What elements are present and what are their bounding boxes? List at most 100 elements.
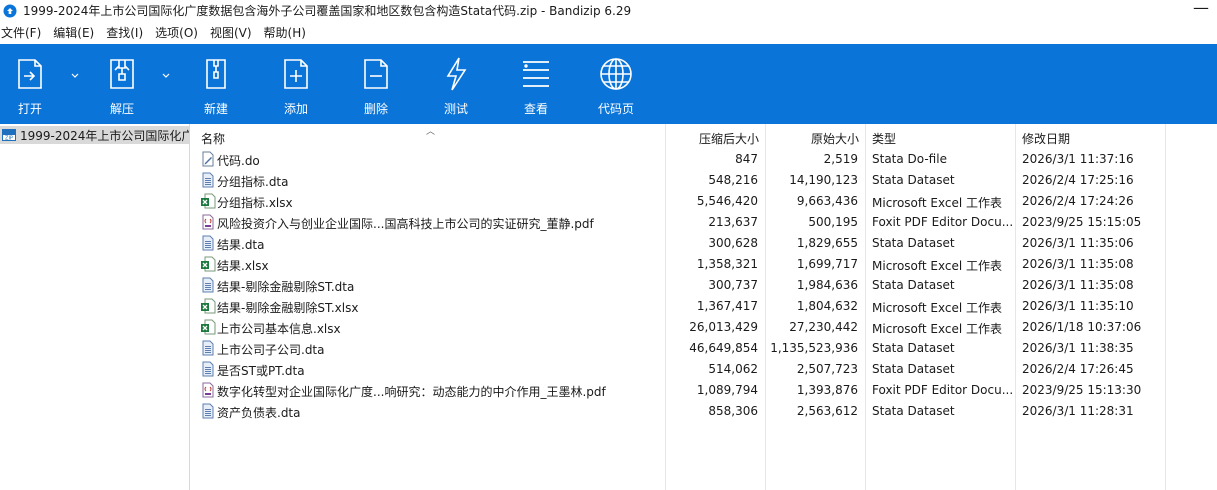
new-button[interactable]: 新建: [192, 44, 240, 124]
file-compressed-size: 26,013,429: [689, 320, 758, 334]
dta-file-icon: [200, 403, 216, 419]
file-modified-date: 2026/3/1 11:35:06: [1022, 236, 1134, 250]
codepage-label: 代码页: [597, 102, 634, 116]
tree-item-archive[interactable]: ZIP 1999-2024年上市公司国际化广: [0, 126, 189, 144]
file-original-size: 1,829,655: [796, 236, 858, 250]
file-row[interactable]: 结果-剔除金融剔除ST.xlsx 1,367,417 1,804,632 Micros…: [192, 296, 1217, 317]
file-name: 代码.do: [217, 154, 260, 168]
file-row[interactable]: 资产负债表.dta 858,306 2,563,612 Stata Dataset 20…: [192, 401, 1217, 422]
file-compressed-size: 213,637: [708, 215, 758, 229]
test-button[interactable]: 测试: [432, 44, 480, 124]
do-file-icon: [200, 151, 216, 167]
file-name: 数字化转型对企业国际化广度...响研究：动态能力的中介作用_王墨林.pdf: [217, 385, 606, 399]
menu-bar: 文件(F) 编辑(E) 查找(I) 选项(O) 视图(V) 帮助(H): [0, 22, 1217, 43]
xlsx-file-icon: [200, 298, 216, 314]
extract-dropdown-icon[interactable]: [161, 71, 171, 81]
file-modified-date: 2026/1/18 10:37:06: [1022, 320, 1142, 334]
window-title: 1999-2024年上市公司国际化广度数据包含海外子公司覆盖国家和地区数包含构造…: [23, 4, 632, 18]
file-list[interactable]: ︿ 名称 压缩后大小 原始大小 类型 修改日期 代码.do 847 2,519 Sta…: [192, 124, 1217, 490]
column-header-modified[interactable]: 修改日期: [1022, 130, 1070, 147]
file-compressed-size: 46,649,854: [689, 341, 758, 355]
file-type: Foxit PDF Editor Docu...: [872, 383, 1012, 397]
menu-options[interactable]: 选项(O): [149, 24, 204, 41]
xlsx-file-icon: [200, 193, 216, 209]
file-name: 分组指标.dta: [217, 175, 289, 189]
dta-file-icon: [200, 277, 216, 293]
file-row[interactable]: 结果-剔除金融剔除ST.dta 300,737 1,984,636 Stata Dat…: [192, 275, 1217, 296]
dta-file-icon: [200, 340, 216, 356]
file-row[interactable]: 是否ST或PT.dta 514,062 2,507,723 Stata Dataset…: [192, 359, 1217, 380]
column-header-compressed[interactable]: 压缩后大小: [665, 130, 759, 147]
open-button[interactable]: 打开: [6, 44, 54, 124]
extract-button[interactable]: 解压: [98, 44, 146, 124]
menu-help[interactable]: 帮助(H): [258, 24, 312, 41]
view-button[interactable]: 查看: [512, 44, 560, 124]
file-original-size: 1,393,876: [796, 383, 858, 397]
new-label: 新建: [203, 102, 228, 116]
file-row[interactable]: 上市公司子公司.dta 46,649,854 1,135,523,936 Stata …: [192, 338, 1217, 359]
delete-button[interactable]: 删除: [352, 44, 400, 124]
file-row[interactable]: 结果.dta 300,628 1,829,655 Stata Dataset 2026/…: [192, 233, 1217, 254]
file-row[interactable]: 风险投资介入与创业企业国际...国高科技上市公司的实证研究_董静.pdf 213,…: [192, 212, 1217, 233]
menu-edit[interactable]: 编辑(E): [47, 24, 100, 41]
menu-find[interactable]: 查找(I): [100, 24, 149, 41]
extract-icon: [110, 59, 134, 89]
open-dropdown-icon[interactable]: [70, 71, 80, 81]
file-name: 结果-剔除金融剔除ST.xlsx: [217, 301, 359, 315]
file-row[interactable]: 上市公司基本信息.xlsx 26,013,429 27,230,442 Microso…: [192, 317, 1217, 338]
codepage-button[interactable]: 代码页: [592, 44, 640, 124]
file-modified-date: 2023/9/25 15:15:05: [1022, 215, 1142, 229]
file-modified-date: 2026/2/4 17:24:26: [1022, 194, 1134, 208]
new-archive-icon: [206, 59, 226, 89]
dta-file-icon: [200, 361, 216, 377]
folder-tree[interactable]: ZIP 1999-2024年上市公司国际化广: [0, 124, 190, 490]
file-type: Microsoft Excel 工作表: [872, 196, 1003, 210]
pdf-file-icon: [200, 382, 216, 398]
file-type: Stata Dataset: [872, 173, 955, 187]
add-button[interactable]: 添加: [272, 44, 320, 124]
file-modified-date: 2023/9/25 15:13:30: [1022, 383, 1142, 397]
file-modified-date: 2026/3/1 11:35:08: [1022, 278, 1134, 292]
file-compressed-size: 548,216: [708, 173, 758, 187]
file-row[interactable]: 分组指标.xlsx 5,546,420 9,663,436 Microsoft Exc…: [192, 191, 1217, 212]
title-bar: 1999-2024年上市公司国际化广度数据包含海外子公司覆盖国家和地区数包含构造…: [0, 0, 1217, 21]
tree-item-label: 1999-2024年上市公司国际化广: [20, 128, 189, 143]
file-row[interactable]: 代码.do 847 2,519 Stata Do-file 2026/3/1 11:37…: [192, 149, 1217, 170]
file-compressed-size: 1,367,417: [696, 299, 758, 313]
file-row[interactable]: 分组指标.dta 548,216 14,190,123 Stata Dataset 20…: [192, 170, 1217, 191]
dta-file-icon: [200, 172, 216, 188]
test-label: 测试: [443, 102, 468, 116]
file-name: 上市公司基本信息.xlsx: [217, 322, 341, 336]
list-header: ︿ 名称 压缩后大小 原始大小 类型 修改日期: [192, 124, 1217, 148]
file-type: Stata Dataset: [872, 236, 955, 250]
file-type: Foxit PDF Editor Docu...: [872, 215, 1012, 229]
file-original-size: 1,804,632: [796, 299, 858, 313]
add-file-icon: [284, 59, 308, 89]
file-name: 风险投资介入与创业企业国际...国高科技上市公司的实证研究_董静.pdf: [217, 217, 594, 231]
column-header-original[interactable]: 原始大小: [765, 130, 859, 147]
file-compressed-size: 847: [735, 152, 758, 166]
minimize-button[interactable]: —: [1191, 0, 1211, 19]
file-compressed-size: 300,628: [708, 236, 758, 250]
menu-file[interactable]: 文件(F): [0, 24, 47, 41]
file-type: Stata Dataset: [872, 341, 955, 355]
file-original-size: 27,230,442: [789, 320, 858, 334]
globe-icon: [600, 58, 632, 90]
file-type: Stata Dataset: [872, 404, 955, 418]
column-header-type[interactable]: 类型: [872, 130, 896, 147]
column-header-name[interactable]: 名称: [201, 130, 225, 147]
file-type: Microsoft Excel 工作表: [872, 322, 1003, 336]
bandizip-app-icon: [3, 4, 17, 17]
file-compressed-size: 1,089,794: [696, 383, 758, 397]
pdf-file-icon: [200, 214, 216, 230]
file-modified-date: 2026/3/1 11:38:35: [1022, 341, 1134, 355]
file-row[interactable]: 数字化转型对企业国际化广度...响研究：动态能力的中介作用_王墨林.pdf 1,0…: [192, 380, 1217, 401]
file-name: 结果.xlsx: [217, 259, 269, 273]
menu-view[interactable]: 视图(V): [204, 24, 258, 41]
file-row[interactable]: 结果.xlsx 1,358,321 1,699,717 Microsoft Excel…: [192, 254, 1217, 275]
file-modified-date: 2026/2/4 17:26:45: [1022, 362, 1134, 376]
file-name: 结果.dta: [217, 238, 265, 252]
file-compressed-size: 1,358,321: [696, 257, 758, 271]
lightning-icon: [446, 57, 467, 91]
file-name: 结果-剔除金融剔除ST.dta: [217, 280, 355, 294]
